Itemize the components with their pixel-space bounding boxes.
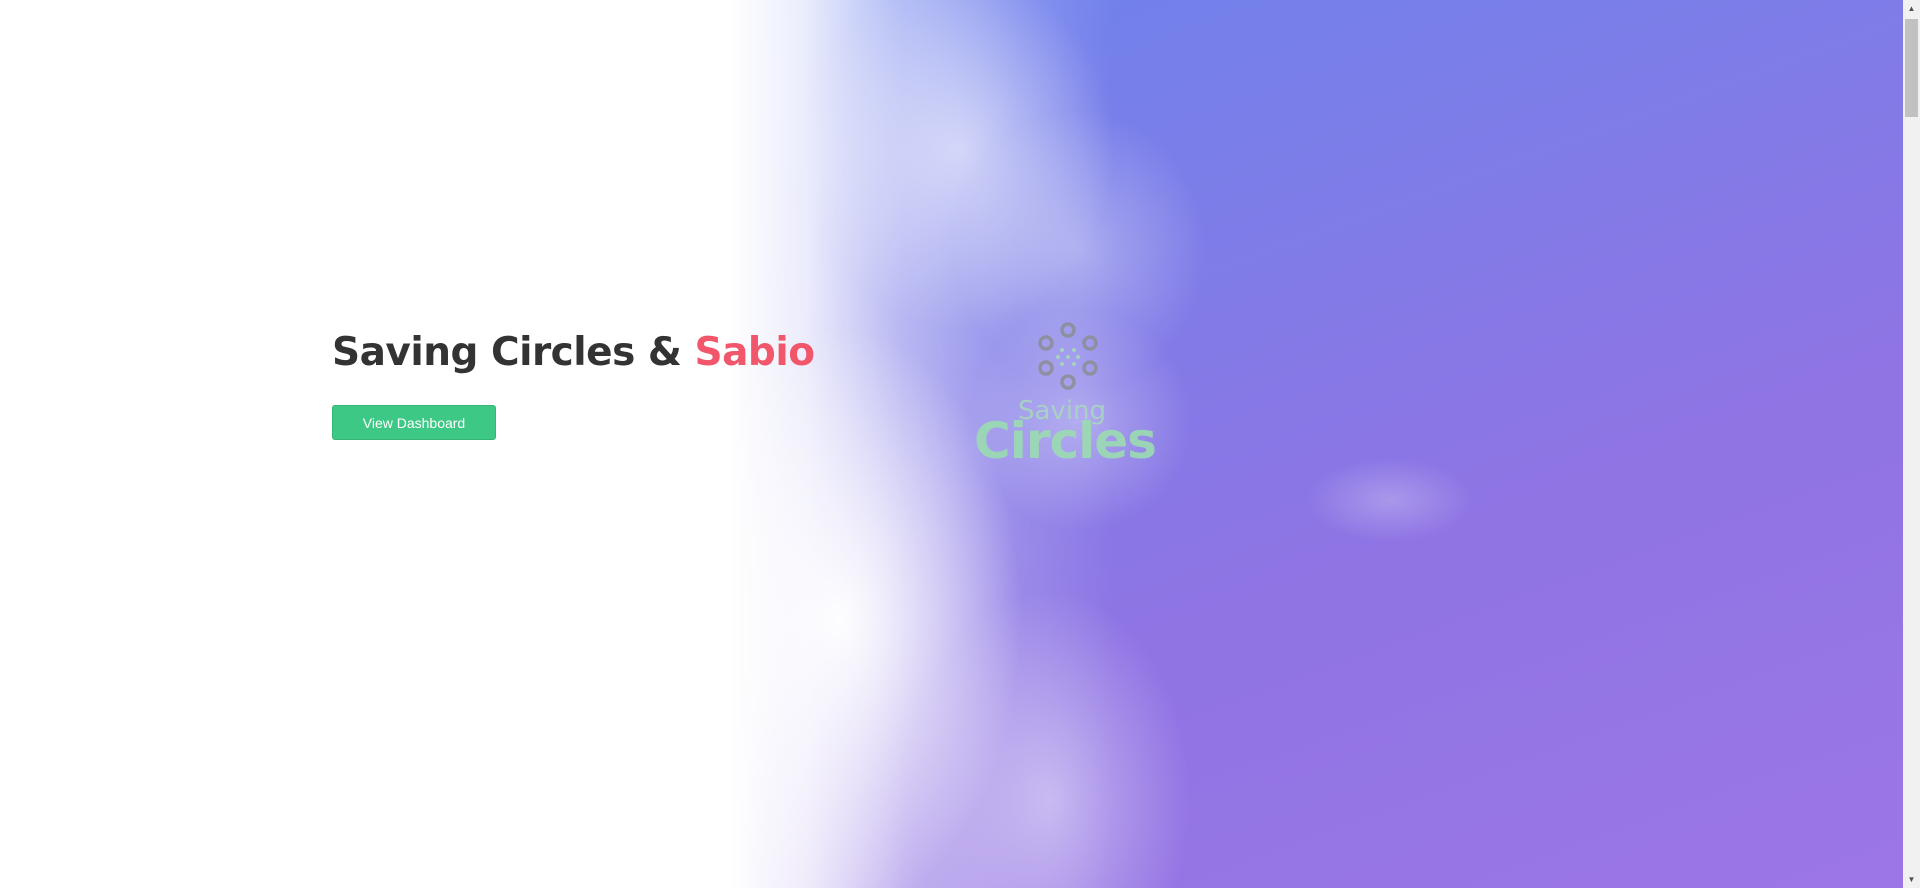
view-dashboard-button[interactable]: View Dashboard bbox=[332, 405, 496, 440]
hero-section: Saving Circles & Sabio View Dashboard bbox=[332, 330, 815, 440]
landing-page: Saving Circles & Sabio View Dashboard Sa… bbox=[0, 0, 1920, 888]
saving-circles-logo: Saving Circles bbox=[970, 320, 1160, 470]
hero-title-accent: Sabio bbox=[694, 330, 815, 375]
hero-title: Saving Circles & Sabio bbox=[332, 330, 815, 375]
scroll-down-arrow-icon[interactable]: ▼ bbox=[1903, 871, 1920, 888]
scroll-up-arrow-icon[interactable]: ▲ bbox=[1903, 0, 1920, 17]
scrollbar-thumb[interactable] bbox=[1905, 19, 1918, 117]
saving-circles-logo-icon bbox=[1038, 322, 1098, 390]
background-clouds bbox=[0, 0, 1920, 888]
logo-text-circles: Circles bbox=[974, 412, 1157, 470]
vertical-scrollbar[interactable]: ▲ ▼ bbox=[1903, 0, 1920, 888]
hero-title-main: Saving Circles & bbox=[332, 330, 695, 375]
